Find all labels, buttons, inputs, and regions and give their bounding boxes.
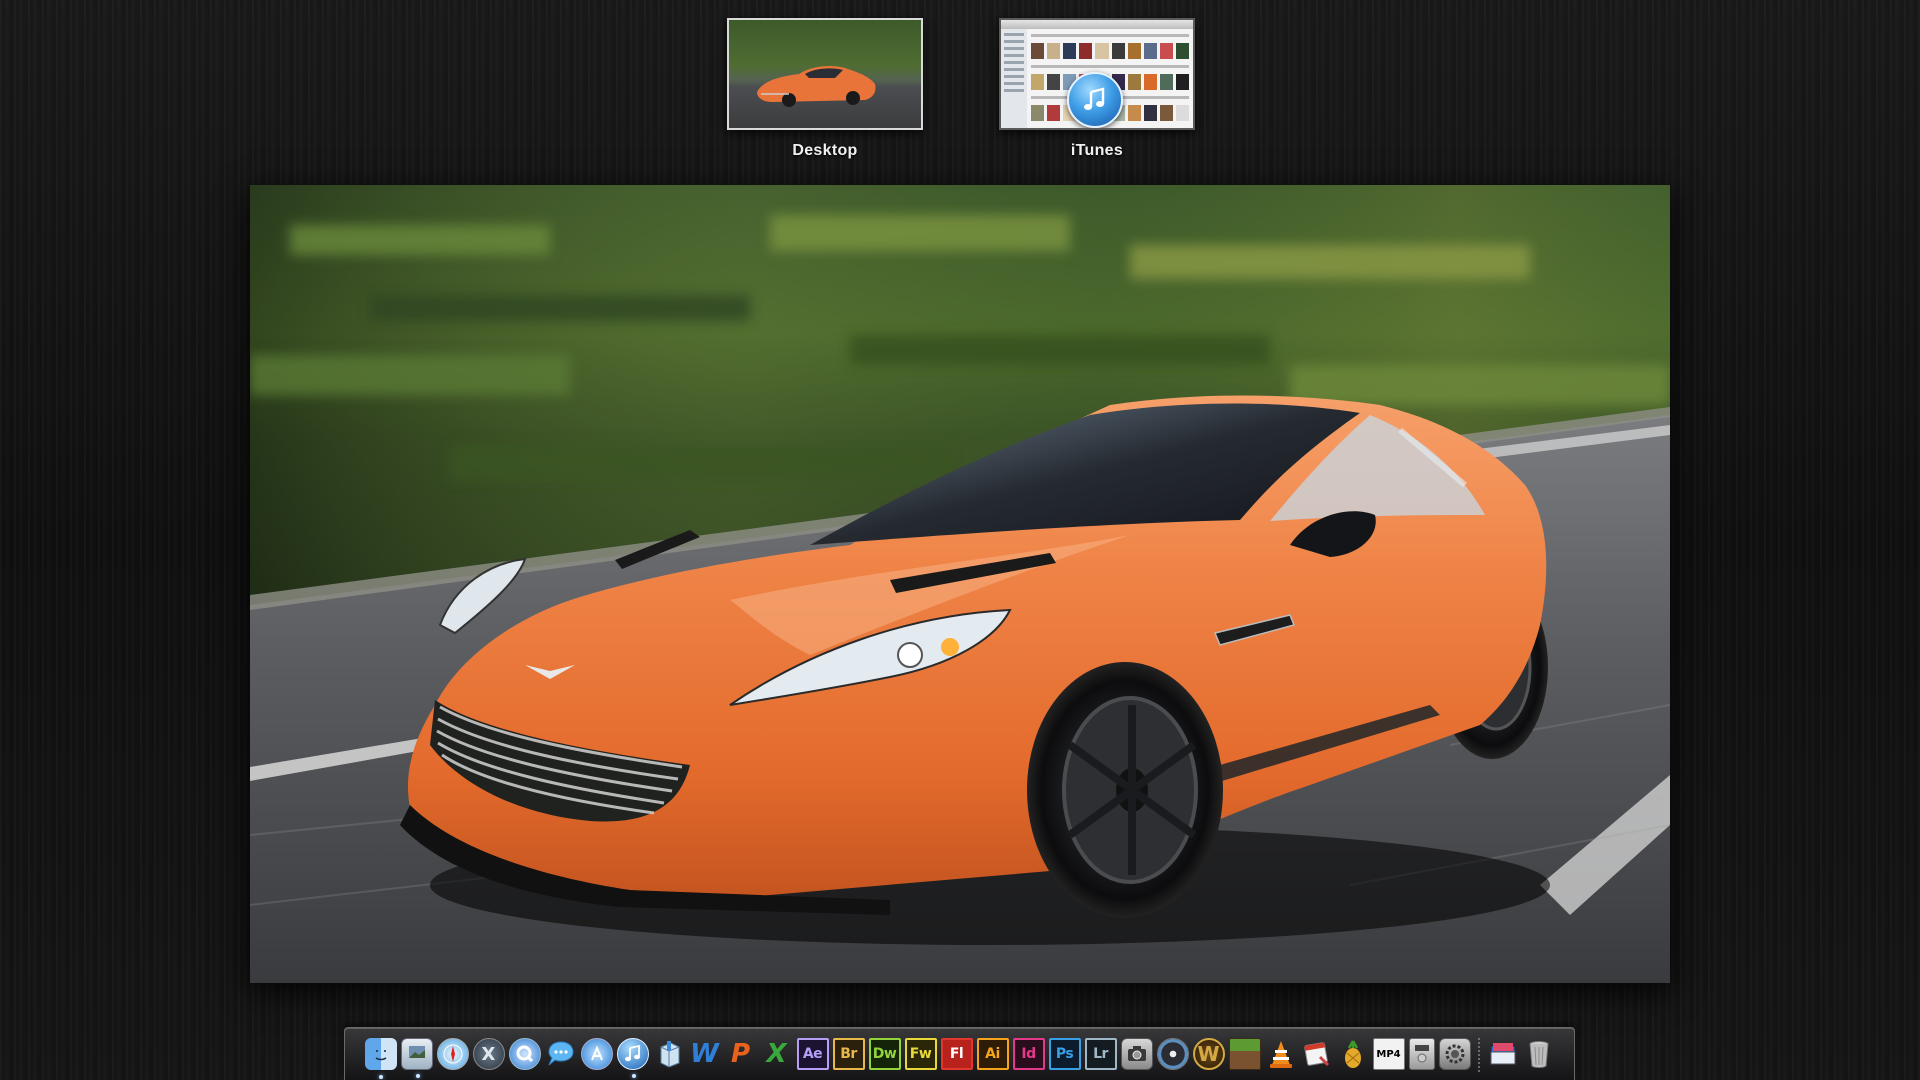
lightroom-icon[interactable]: Lr	[1084, 1038, 1117, 1070]
calendar-app-icon[interactable]	[1301, 1038, 1333, 1070]
vlc-icon[interactable]	[1265, 1038, 1297, 1070]
dvd-disc-icon[interactable]	[1156, 1038, 1189, 1070]
app-store-icon[interactable]	[580, 1038, 613, 1070]
messages-icon[interactable]	[545, 1038, 577, 1070]
space-label-itunes: iTunes	[1070, 142, 1124, 159]
after-effects-icon[interactable]: Ae	[796, 1038, 829, 1070]
desktop-preview[interactable]	[250, 185, 1670, 983]
dreamweaver-icon[interactable]: Dw	[868, 1038, 901, 1070]
safari-icon[interactable]	[436, 1038, 469, 1070]
itunes-thumb-toolbar	[1001, 20, 1193, 29]
illustrator-icon[interactable]: Ai	[976, 1038, 1009, 1070]
excel-icon[interactable]: X	[761, 1038, 793, 1070]
dock-separator	[1477, 1038, 1480, 1072]
fireworks-icon[interactable]: Fw	[904, 1038, 937, 1070]
trash-icon[interactable]	[1523, 1038, 1555, 1070]
preview-icon[interactable]	[400, 1038, 433, 1078]
archive-utility-icon[interactable]	[653, 1038, 685, 1070]
mission-control-icon[interactable]: X	[472, 1038, 505, 1070]
word-icon[interactable]: W	[689, 1038, 721, 1070]
minecraft-icon[interactable]	[1228, 1038, 1261, 1070]
flash-icon[interactable]: Fl	[940, 1038, 973, 1070]
car-thumbnail-icon	[757, 66, 876, 107]
spaces-bar: Desktop iTunes	[0, 18, 1920, 168]
car-wallpaper-image	[250, 185, 1670, 983]
world-of-warcraft-icon[interactable]: W	[1192, 1038, 1225, 1070]
space-itunes[interactable]: iTunes	[999, 18, 1195, 160]
dvd-player-icon[interactable]	[1408, 1038, 1435, 1070]
music-note-icon	[1084, 87, 1105, 110]
system-preferences-icon[interactable]	[1438, 1038, 1471, 1070]
image-capture-icon[interactable]	[1120, 1038, 1153, 1070]
finder-icon[interactable]	[364, 1038, 397, 1079]
space-desktop[interactable]: Desktop	[727, 18, 923, 160]
itunes-thumb-sidebar	[1001, 29, 1027, 128]
quicktime-icon[interactable]	[508, 1038, 541, 1070]
dock: X W P X Ae Br Dw Fw Fl Ai Id Ps Lr W MP4	[344, 1027, 1575, 1080]
space-label-desktop: Desktop	[792, 142, 858, 159]
mp4-tools-icon[interactable]: MP4	[1372, 1038, 1405, 1070]
indesign-icon[interactable]: Id	[1012, 1038, 1045, 1070]
photoshop-icon[interactable]: Ps	[1048, 1038, 1081, 1070]
documents-stack-icon[interactable]	[1487, 1038, 1519, 1070]
powerpoint-icon[interactable]: P	[725, 1038, 757, 1070]
bridge-icon[interactable]: Br	[832, 1038, 865, 1070]
itunes-icon	[1067, 72, 1123, 128]
itunes-thumbnail[interactable]	[999, 18, 1195, 130]
desktop-thumbnail[interactable]	[727, 18, 923, 130]
pineapple-app-icon[interactable]	[1337, 1038, 1369, 1070]
itunes-dock-icon[interactable]	[616, 1038, 649, 1078]
